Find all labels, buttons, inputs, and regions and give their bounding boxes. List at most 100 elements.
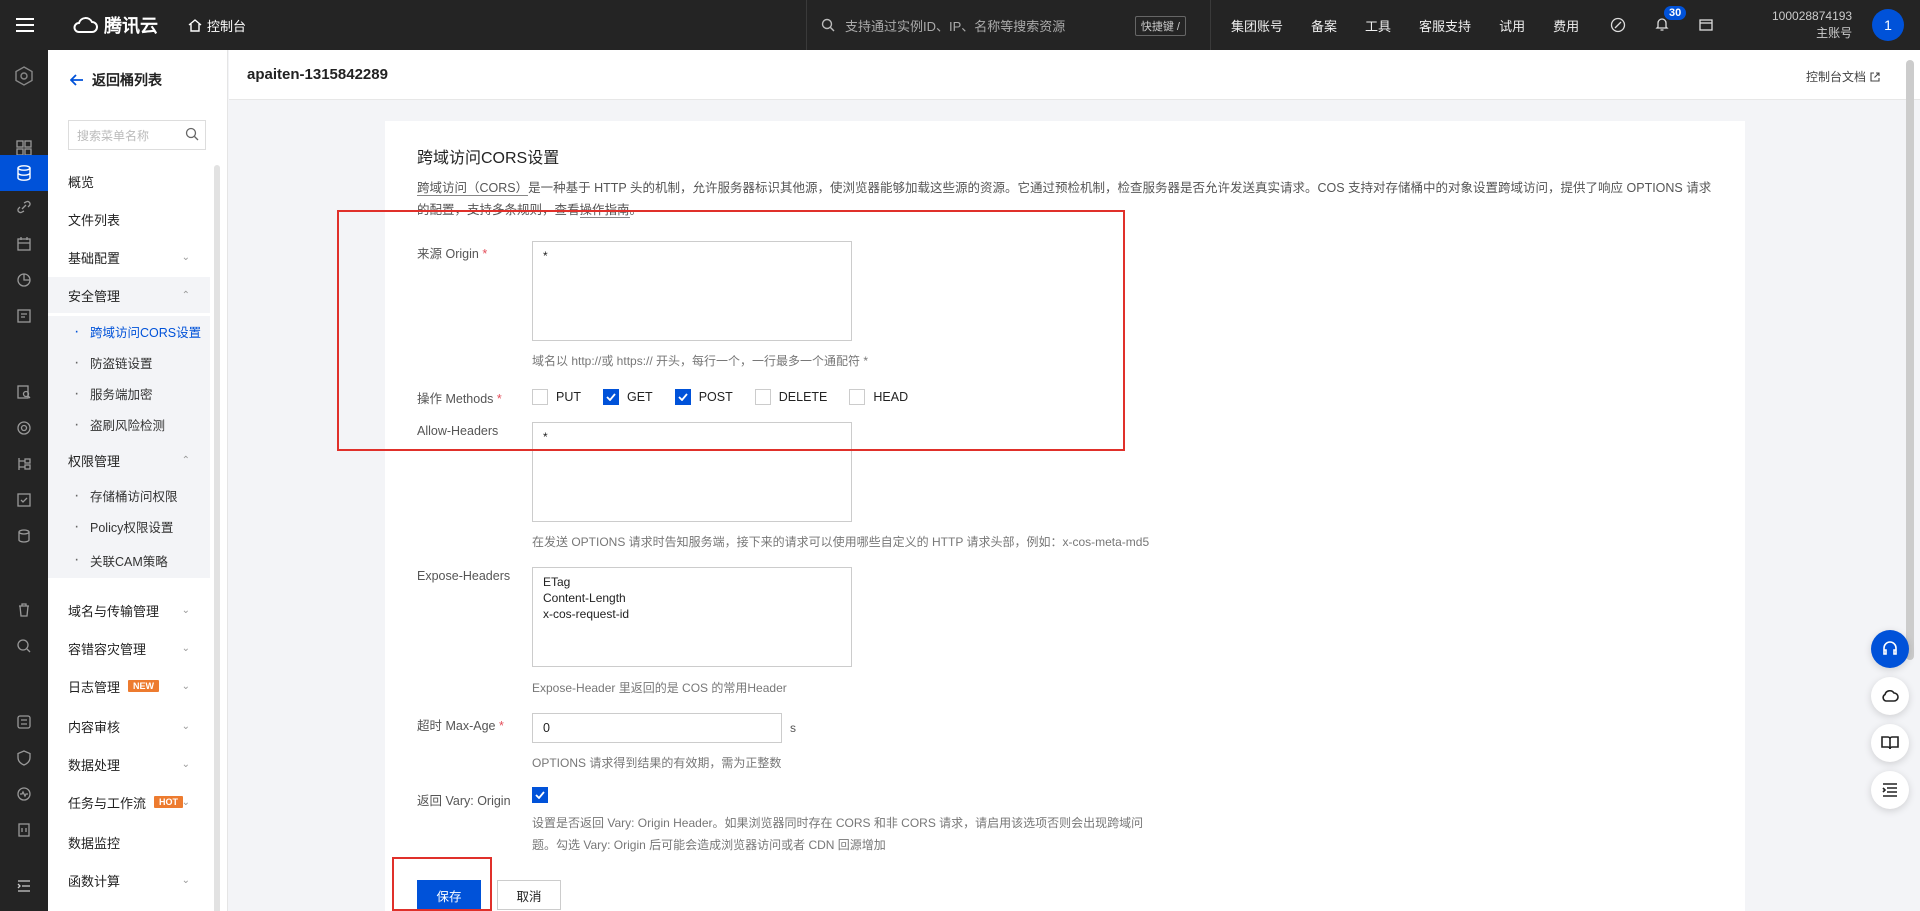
max-age-label: 超时 Max-Age * xyxy=(417,715,504,734)
brand-logo[interactable]: 腾讯云 xyxy=(72,12,158,38)
max-age-unit: s xyxy=(790,721,796,735)
chevron-down-icon: ⌄ xyxy=(181,720,190,732)
allow-headers-hint: 在发送 OPTIONS 请求时告知服务端，接下来的请求可以使用哪些自定义的 HT… xyxy=(532,535,1150,549)
global-search[interactable]: 支持通过实例ID、IP、名称等搜索资源 快捷键 / xyxy=(806,0,1196,50)
cloud-tool-button[interactable] xyxy=(1871,677,1909,715)
link-icon[interactable] xyxy=(1610,17,1626,33)
customer-service-button[interactable] xyxy=(1871,630,1909,668)
sidebar-item-security[interactable]: 安全管理 ⌃ xyxy=(48,277,210,313)
sidebar-item-data-monitor[interactable]: 数据监控 xyxy=(48,824,210,860)
sidebar-item-permission[interactable]: 权限管理 ⌃ xyxy=(48,440,210,480)
calendar-icon[interactable] xyxy=(12,232,36,256)
menu-list-button[interactable] xyxy=(1871,771,1909,809)
expose-headers-textarea[interactable]: ETag Content-Length x-cos-request-id xyxy=(532,567,852,667)
storage-icon[interactable] xyxy=(0,155,48,191)
target-icon[interactable] xyxy=(12,416,36,440)
shortcut-hint: 快捷键 / xyxy=(1134,16,1186,36)
top-bar: 腾讯云 控制台 支持通过实例ID、IP、名称等搜索资源 快捷键 / 集团账号 备… xyxy=(0,0,1920,50)
db-settings-icon[interactable] xyxy=(12,710,36,734)
console-link[interactable]: 控制台 xyxy=(188,16,246,35)
chevron-down-icon: ⌄ xyxy=(181,874,190,886)
sidebar-item-label: 基础配置 xyxy=(68,250,121,266)
sidebar-item-label: 关联CAM策略 xyxy=(90,554,168,569)
back-label: 返回桶列表 xyxy=(92,72,162,88)
section-title: 跨域访问CORS设置 xyxy=(417,150,560,167)
chevron-up-icon: ⌃ xyxy=(181,289,190,301)
sidebar-item-overview[interactable]: 概览 xyxy=(48,163,210,199)
nav-billing[interactable]: 费用 xyxy=(1553,16,1579,35)
docs-button[interactable] xyxy=(1871,724,1909,762)
sidebar-item-risk-detect[interactable]: 盗刷风险检测 xyxy=(48,409,210,440)
nav-filing[interactable]: 备案 xyxy=(1311,16,1337,35)
checklist-icon[interactable] xyxy=(12,488,36,512)
expose-headers-label: Expose-Headers xyxy=(417,569,511,583)
new-badge: NEW xyxy=(128,680,160,692)
arrow-left-icon xyxy=(70,74,83,86)
annotation-highlight-box xyxy=(337,210,1125,451)
link-chain-icon[interactable] xyxy=(12,195,36,219)
search-doc-icon[interactable] xyxy=(12,380,36,404)
menu-icon[interactable] xyxy=(0,0,50,50)
magnify-icon[interactable] xyxy=(12,634,36,658)
sidebar-item-label: 容错容灾管理 xyxy=(68,641,147,657)
max-age-input[interactable]: 0 xyxy=(532,713,782,743)
sidebar-item-domain[interactable]: 域名与传输管理 ⌄ xyxy=(48,592,210,628)
tree-icon[interactable] xyxy=(12,452,36,476)
hot-badge: HOT xyxy=(154,796,184,808)
chevron-down-icon: ⌄ xyxy=(181,642,190,654)
external-link-icon xyxy=(1870,71,1880,82)
chevron-down-icon: ⌄ xyxy=(181,680,190,692)
hexagon-icon[interactable] xyxy=(12,64,36,88)
sidebar-item-logs[interactable]: 日志管理 NEW ⌄ xyxy=(48,668,210,704)
cors-doc-link[interactable]: 跨域访问（CORS） xyxy=(417,181,529,196)
sidebar-item-encryption[interactable]: 服务端加密 xyxy=(48,378,210,409)
sidebar-item-label: 跨域访问CORS设置 xyxy=(90,326,202,340)
page-scrollbar[interactable] xyxy=(1906,60,1914,660)
chevron-down-icon: ⌄ xyxy=(181,758,190,770)
sidebar-item-bucket-access[interactable]: 存储桶访问权限 xyxy=(48,480,210,511)
sidebar-item-content-audit[interactable]: 内容审核 ⌄ xyxy=(48,708,210,744)
nav-support[interactable]: 客服支持 xyxy=(1419,16,1471,35)
nav-tools[interactable]: 工具 xyxy=(1365,16,1391,35)
sidebar-item-label: 内容审核 xyxy=(68,719,121,735)
database-icon[interactable] xyxy=(12,524,36,548)
sidebar-item-disaster[interactable]: 容错容灾管理 ⌄ xyxy=(48,630,210,666)
menu-scrollbar[interactable] xyxy=(214,165,220,911)
vary-origin-hint-line2: 题。勾选 Vary: Origin 后可能会造成浏览器访问或者 CDN 回源增加 xyxy=(532,838,886,852)
pie-icon[interactable] xyxy=(12,268,36,292)
sidebar-item-label: 安全管理 xyxy=(68,288,121,304)
notification-bell[interactable]: 30 xyxy=(1654,5,1687,35)
device-icon[interactable] xyxy=(12,818,36,842)
message-icon[interactable] xyxy=(1698,17,1714,33)
sidebar-item-cam-policy[interactable]: 关联CAM策略 xyxy=(48,542,210,578)
sidebar-item-basic-config[interactable]: 基础配置 ⌄ xyxy=(48,239,210,275)
nav-trial[interactable]: 试用 xyxy=(1499,16,1525,35)
account-info[interactable]: 100028874193 主账号 xyxy=(1772,8,1852,42)
sidebar-item-label: 域名与传输管理 xyxy=(68,603,160,619)
sidebar-item-label: 日志管理 xyxy=(68,679,121,695)
collapse-menu-icon[interactable] xyxy=(12,874,36,898)
vary-origin-hint-line1: 设置是否返回 Vary: Origin Header。如果浏览器同时存在 COR… xyxy=(532,816,1144,830)
sidebar-item-file-list[interactable]: 文件列表 xyxy=(48,201,210,237)
sidebar-item-hotlink[interactable]: 防盗链设置 xyxy=(48,347,210,378)
sidebar-item-data-process[interactable]: 数据处理 ⌄ xyxy=(48,746,210,782)
nav-group-account[interactable]: 集团账号 xyxy=(1231,16,1283,35)
report-icon[interactable] xyxy=(12,304,36,328)
sidebar-item-label: 概览 xyxy=(68,174,95,190)
sidebar-item-cors[interactable]: 跨域访问CORS设置 xyxy=(48,316,210,347)
vary-origin-checkbox[interactable] xyxy=(532,787,548,803)
sidebar-item-functions[interactable]: 函数计算 ⌄ xyxy=(48,862,210,898)
avatar[interactable]: 1 xyxy=(1872,9,1904,41)
menu-search-input[interactable]: 搜索菜单名称 xyxy=(68,120,206,150)
max-age-label-text: 超时 Max-Age xyxy=(417,719,496,733)
pulse-icon[interactable] xyxy=(12,782,36,806)
shield-icon[interactable] xyxy=(12,746,36,770)
trash-icon[interactable] xyxy=(12,598,36,622)
console-doc-link[interactable]: 控制台文档 xyxy=(1806,68,1880,85)
sidebar-item-tasks[interactable]: 任务与工作流 HOT ⌄ xyxy=(48,784,210,820)
cancel-button[interactable]: 取消 xyxy=(497,880,561,910)
chevron-up-icon: ⌃ xyxy=(181,454,190,466)
back-to-bucket-list[interactable]: 返回桶列表 xyxy=(70,70,227,90)
cloud-icon xyxy=(73,17,98,33)
sidebar-item-policy[interactable]: Policy权限设置 xyxy=(48,511,210,542)
